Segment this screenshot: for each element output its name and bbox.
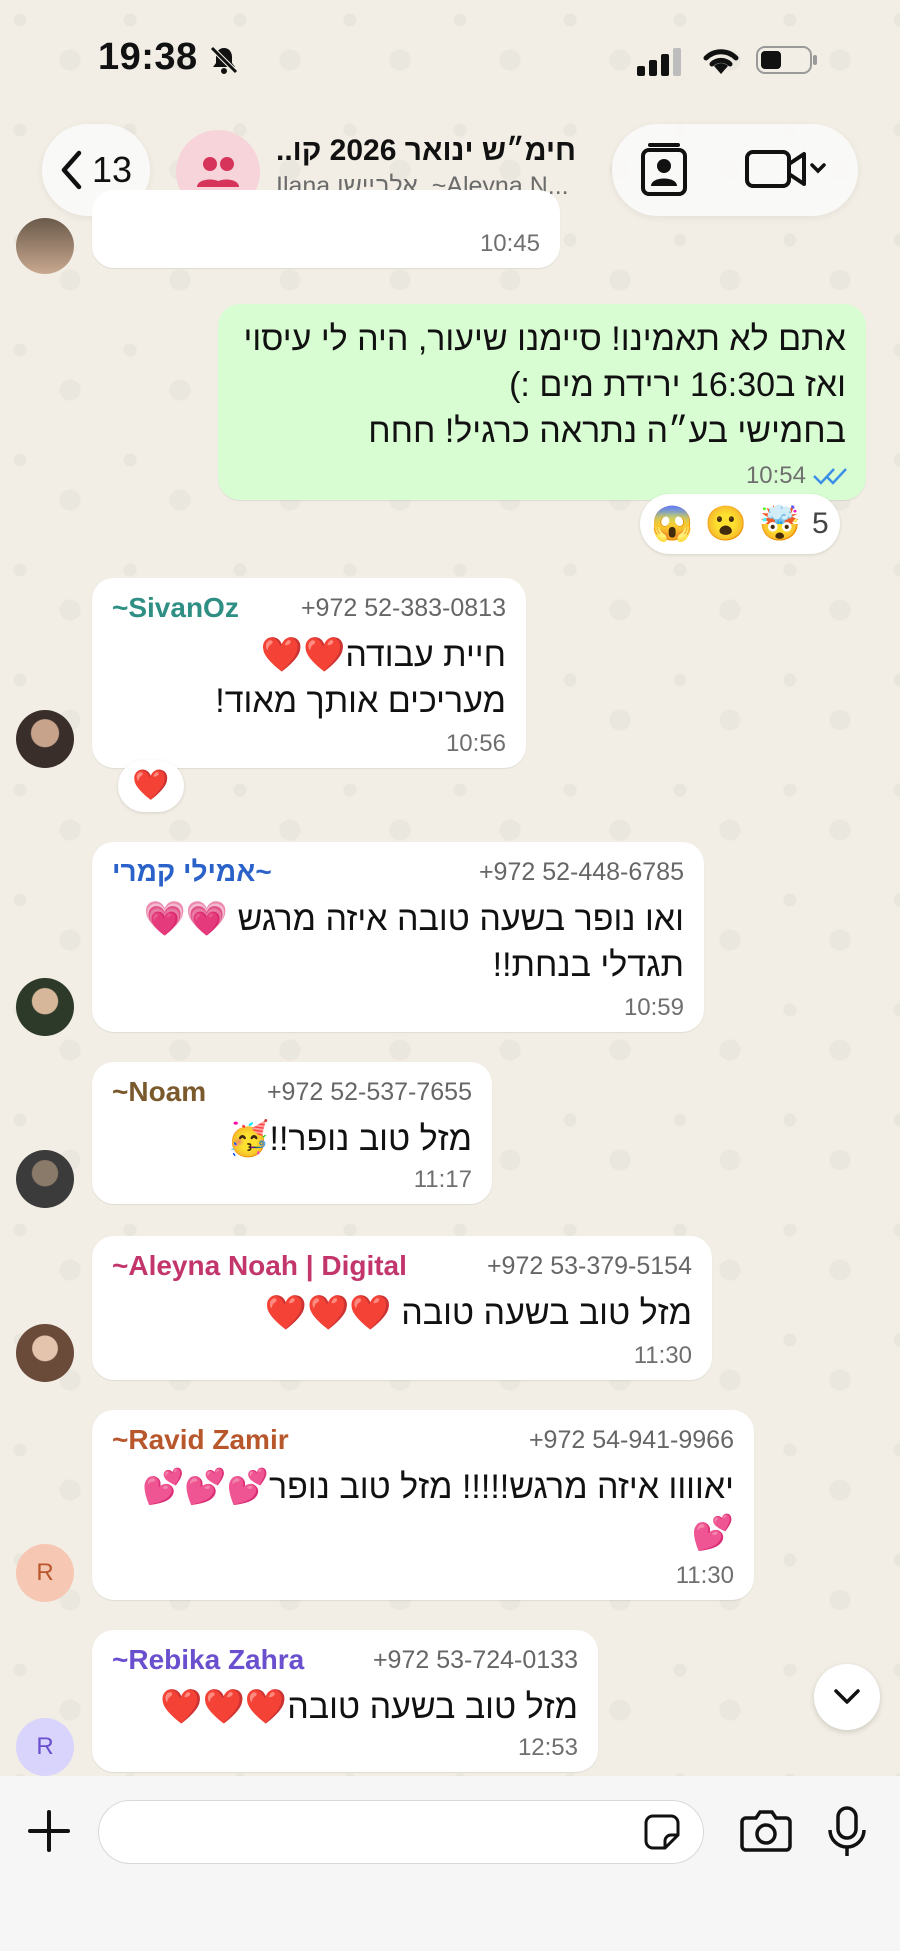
message-bubble[interactable]: ~אמילי קמרי +972 52-448-6785 ואו נופר בש… <box>92 842 704 1032</box>
status-bar: 19:38 <box>0 0 900 120</box>
wifi-icon <box>703 49 739 74</box>
message-text-line: חיית עבודה❤️❤️ <box>260 636 506 674</box>
scroll-to-bottom-button[interactable] <box>814 1664 880 1730</box>
message-text-line: ואו נופר בשעה טובה איזה מרגש 💗💗 <box>143 900 684 938</box>
contact-card-icon[interactable] <box>640 142 688 196</box>
message-time: 10:59 <box>623 994 684 1021</box>
message-time: 10:45 <box>479 230 540 257</box>
reaction-emoji: ❤️ <box>132 769 170 802</box>
sender-name: ~Noam <box>112 1076 207 1107</box>
microphone-icon[interactable] <box>826 1806 868 1858</box>
chevron-down-icon <box>810 163 826 174</box>
message-time: 11:30 <box>633 1342 692 1369</box>
message-text-line: מזל טוב בשעה טובה❤️❤️❤️ <box>160 1688 578 1726</box>
sender-avatar[interactable]: R <box>16 1544 74 1602</box>
bell-muted-icon <box>210 46 238 74</box>
sender-phone: +972 52-448-6785 <box>478 858 684 886</box>
message-time: 11:30 <box>675 1562 734 1589</box>
sender-phone: +972 53-724-0133 <box>372 1646 578 1674</box>
message-text-line: ואז ב16:30 ירידת מים :) <box>509 366 846 404</box>
message-text-line: יאוווו איזה מרגש!!!!! מזל טוב נופר💕💕💕 <box>141 1468 734 1506</box>
sender-avatar[interactable] <box>16 1150 74 1208</box>
avatar-letter: R <box>36 1733 54 1760</box>
sender-avatar[interactable]: R <box>16 1718 74 1776</box>
message-bubble[interactable]: ~Ravid Zamir +972 54-941-9966 יאוווו איז… <box>92 1410 754 1600</box>
sender-phone: +972 52-383-0813 <box>300 594 506 622</box>
reactions-bar[interactable]: ❤️ <box>118 760 184 812</box>
sender-phone: +972 53-379-5154 <box>486 1252 692 1280</box>
outgoing-message-bubble[interactable]: אתם לא תאמינו! סיימנו שיעור, היה לי עיסו… <box>218 304 866 500</box>
sticker-icon[interactable] <box>643 1813 681 1851</box>
reaction-emoji: 😮 <box>704 505 748 543</box>
message-text-line: מעריכים אותך מאוד! <box>215 682 506 720</box>
double-check-icon <box>813 468 847 485</box>
sender-name: ~אמילי קמרי <box>112 856 272 887</box>
message-text-line: 💕 <box>691 1514 734 1552</box>
reaction-count: 5 <box>812 507 829 540</box>
sender-phone: +972 52-537-7655 <box>266 1078 472 1106</box>
cellular-signal-icon <box>637 48 681 76</box>
reaction-emoji: 😱 <box>651 505 694 543</box>
message-text-line: מזל טוב בשעה טובה ❤️❤️❤️ <box>264 1294 692 1332</box>
sender-name: ~Aleyna Noah | Digital <box>112 1250 407 1281</box>
sender-avatar[interactable] <box>16 978 74 1036</box>
message-text-line: מזל טוב נופר!!🥳 <box>227 1120 472 1158</box>
sender-avatar[interactable] <box>16 1324 74 1382</box>
chevron-down-icon <box>834 1689 860 1704</box>
sender-name: ~SivanOz <box>112 592 239 623</box>
message-time: 10:54 <box>745 462 806 489</box>
avatar-letter: R <box>36 1559 54 1586</box>
group-icon <box>197 157 239 187</box>
message-text-line: תגדלי בנחת!! <box>492 946 684 984</box>
camera-icon[interactable] <box>740 1808 792 1852</box>
message-time: 11:17 <box>413 1166 472 1193</box>
sender-avatar[interactable] <box>16 218 74 274</box>
back-chevron-icon <box>61 150 82 190</box>
sender-phone: +972 54-941-9966 <box>528 1426 734 1454</box>
sender-name: ~Ravid Zamir <box>112 1424 289 1455</box>
unread-count: 13 <box>91 149 133 190</box>
message-bubble[interactable]: ~SivanOz +972 52-383-0813 חיית עבודה❤️❤️… <box>92 578 526 768</box>
message-text-line: אתם לא תאמינו! סיימנו שיעור, היה לי עיסו… <box>243 320 846 358</box>
reactions-bar[interactable]: 😱 😮 🤯 5 <box>640 494 840 554</box>
message-bubble[interactable]: 10:45 <box>92 190 560 268</box>
sender-avatar[interactable] <box>16 710 74 768</box>
message-text-line: בחמישי בע״ה נתראה כרגיל! חחח <box>368 412 846 450</box>
battery-icon <box>756 46 817 74</box>
sender-name: ~Rebika Zahra <box>112 1644 305 1675</box>
chat-title: חימ״ש ינואר 2026 קו... <box>276 134 576 167</box>
call-actions <box>612 124 858 216</box>
message-bubble[interactable]: ~Rebika Zahra +972 53-724-0133 מזל טוב ב… <box>92 1630 598 1772</box>
message-input[interactable] <box>98 1800 704 1864</box>
plus-icon[interactable] <box>26 1808 72 1854</box>
status-time: 19:38 <box>98 36 198 78</box>
video-camera-icon[interactable] <box>744 146 828 192</box>
message-time: 12:53 <box>517 1734 578 1761</box>
message-bubble[interactable]: ~Noam +972 52-537-7655 מזל טוב נופר!!🥳 1… <box>92 1062 492 1204</box>
reaction-emoji: 🤯 <box>758 505 801 543</box>
message-time: 10:56 <box>445 730 506 757</box>
message-bubble[interactable]: ~Aleyna Noah | Digital +972 53-379-5154 … <box>92 1236 712 1380</box>
